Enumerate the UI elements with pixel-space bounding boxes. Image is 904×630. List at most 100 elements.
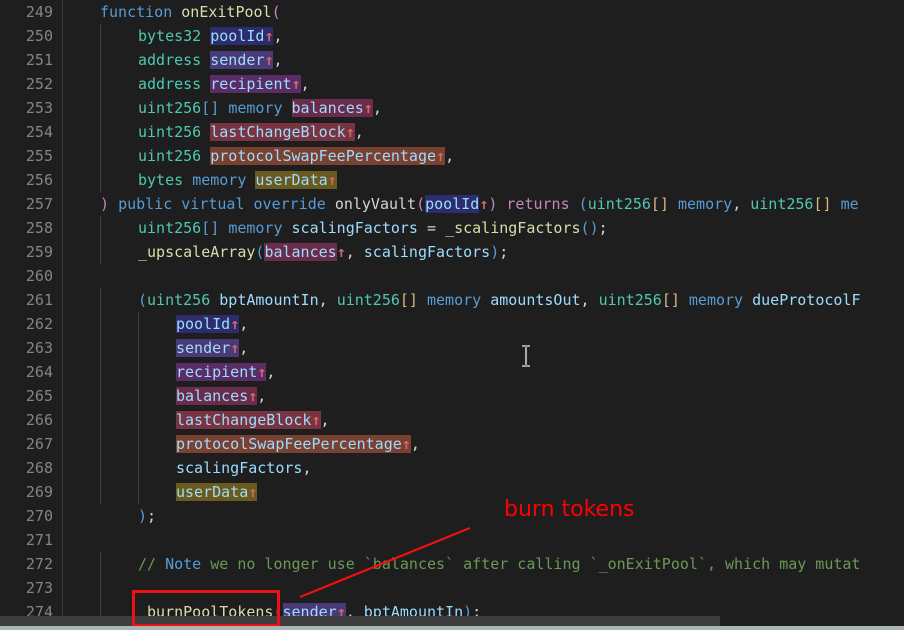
code-line-265[interactable]: balances↑, — [176, 384, 266, 408]
comma: , — [302, 459, 312, 477]
code-line-249[interactable]: function onExitPool( — [100, 0, 281, 24]
code-line-266[interactable]: lastChangeBlock↑, — [176, 408, 330, 432]
comma: , — [345, 243, 355, 261]
code-line-250[interactable]: bytes32 poolId↑, — [138, 24, 283, 48]
type-uint256: uint256 — [138, 123, 202, 141]
code-editor[interactable]: 249 250 251 252 253 254 255 256 257 258 … — [0, 0, 904, 630]
line-number: 262 — [25, 315, 53, 333]
code-line-263[interactable]: sender↑, — [176, 336, 248, 360]
code-line-258[interactable]: uint256[] memory scalingFactors = _scali… — [138, 216, 608, 240]
paren-close: ) — [490, 243, 500, 261]
comma: , — [273, 27, 283, 45]
line-number-gutter[interactable]: 249 250 251 252 253 254 255 256 257 258 … — [0, 0, 63, 630]
semicolon: ; — [598, 219, 608, 237]
code-content[interactable]: function onExitPool( bytes32 poolId↑, ad… — [62, 0, 904, 630]
type-uint256: uint256 — [598, 291, 662, 309]
code-line-268[interactable]: scalingFactors, — [176, 456, 311, 480]
array-brackets: [] — [650, 195, 669, 213]
var-amountsOut: amountsOut — [490, 291, 581, 309]
line-number: 273 — [25, 579, 53, 597]
array-brackets: [] — [813, 195, 832, 213]
modified-arrow-icon: ↑ — [311, 411, 321, 429]
param-poolId: poolId — [210, 27, 265, 45]
code-line-253[interactable]: uint256[] memory balances↑, — [138, 96, 382, 120]
comma: , — [273, 51, 283, 69]
keyword-memory: memory — [192, 171, 247, 189]
var-bptAmountIn: bptAmountIn — [219, 291, 319, 309]
type-address: address — [138, 51, 202, 69]
code-line-269[interactable]: userData↑ — [176, 480, 258, 504]
code-line-252[interactable]: address recipient↑, — [138, 72, 310, 96]
line-number: 260 — [25, 267, 53, 285]
code-line-264[interactable]: recipient↑, — [176, 360, 275, 384]
keyword-memory: memory — [427, 291, 482, 309]
code-line-259[interactable]: _upscaleArray(balances↑, scalingFactors)… — [138, 240, 508, 264]
horizontal-scrollbar-thumb[interactable] — [0, 616, 720, 626]
line-number: 257 — [25, 195, 53, 213]
param-balances: balances — [291, 99, 364, 117]
line-number: 261 — [25, 291, 53, 309]
keyword-memory-truncated: me — [840, 195, 859, 213]
var-dueProtocolFee-truncated: dueProtocolF — [752, 291, 861, 309]
assign-operator: = — [427, 219, 437, 237]
comment-slashes: // — [138, 555, 166, 573]
type-uint256: uint256 — [138, 147, 202, 165]
param-userData: userData — [255, 171, 328, 189]
function-name-onExitPool: onExitPool — [181, 3, 272, 21]
modified-arrow-icon: ↑ — [479, 195, 489, 213]
line-number: 249 — [25, 3, 53, 21]
line-number: 271 — [25, 531, 53, 549]
code-line-267[interactable]: protocolSwapFeePercentage↑, — [176, 432, 420, 456]
comment-text: we no longer use `balances` after callin… — [201, 555, 861, 573]
window-bottom-edge — [0, 626, 904, 630]
arg-protocolSwapFeePercentage: protocolSwapFeePercentage — [176, 435, 402, 453]
arg-poolId: poolId — [425, 195, 480, 213]
line-number: 258 — [25, 219, 53, 237]
code-line-270[interactable]: ); — [138, 504, 156, 528]
modified-arrow-icon: ↑ — [230, 315, 240, 333]
code-line-256[interactable]: bytes memory userData↑ — [138, 168, 337, 192]
arg-scalingFactors: scalingFactors — [176, 459, 303, 477]
comma: , — [239, 339, 249, 357]
code-line-255[interactable]: uint256 protocolSwapFeePercentage↑, — [138, 144, 454, 168]
keyword-override: override — [253, 195, 326, 213]
line-number: 265 — [25, 387, 53, 405]
arg-lastChangeBlock: lastChangeBlock — [176, 411, 312, 429]
line-number: 268 — [25, 459, 53, 477]
code-line-262[interactable]: poolId↑, — [176, 312, 248, 336]
type-uint256: uint256 — [750, 195, 814, 213]
comma: , — [266, 363, 276, 381]
annotation-highlight-box — [132, 590, 280, 627]
comma: , — [257, 387, 267, 405]
param-protocolSwapFeePercentage: protocolSwapFeePercentage — [210, 147, 437, 165]
paren-close: ) — [138, 507, 148, 525]
type-uint256: uint256 — [147, 291, 211, 309]
code-line-251[interactable]: address sender↑, — [138, 48, 283, 72]
comma: , — [354, 123, 364, 141]
line-number: 270 — [25, 507, 53, 525]
code-line-257[interactable]: ) public virtual override onlyVault(pool… — [100, 192, 859, 216]
type-address: address — [138, 75, 202, 93]
code-line-261[interactable]: (uint256 bptAmountIn, uint256[] memory a… — [138, 288, 861, 312]
modified-arrow-icon: ↑ — [401, 435, 411, 453]
comma: , — [318, 291, 328, 309]
code-line-254[interactable]: uint256 lastChangeBlock↑, — [138, 120, 364, 144]
line-number: 254 — [25, 123, 53, 141]
code-line-272[interactable]: // Note we no longer use `balances` afte… — [138, 552, 860, 576]
arg-balances: balances — [264, 243, 337, 261]
keyword-public: public — [118, 195, 173, 213]
